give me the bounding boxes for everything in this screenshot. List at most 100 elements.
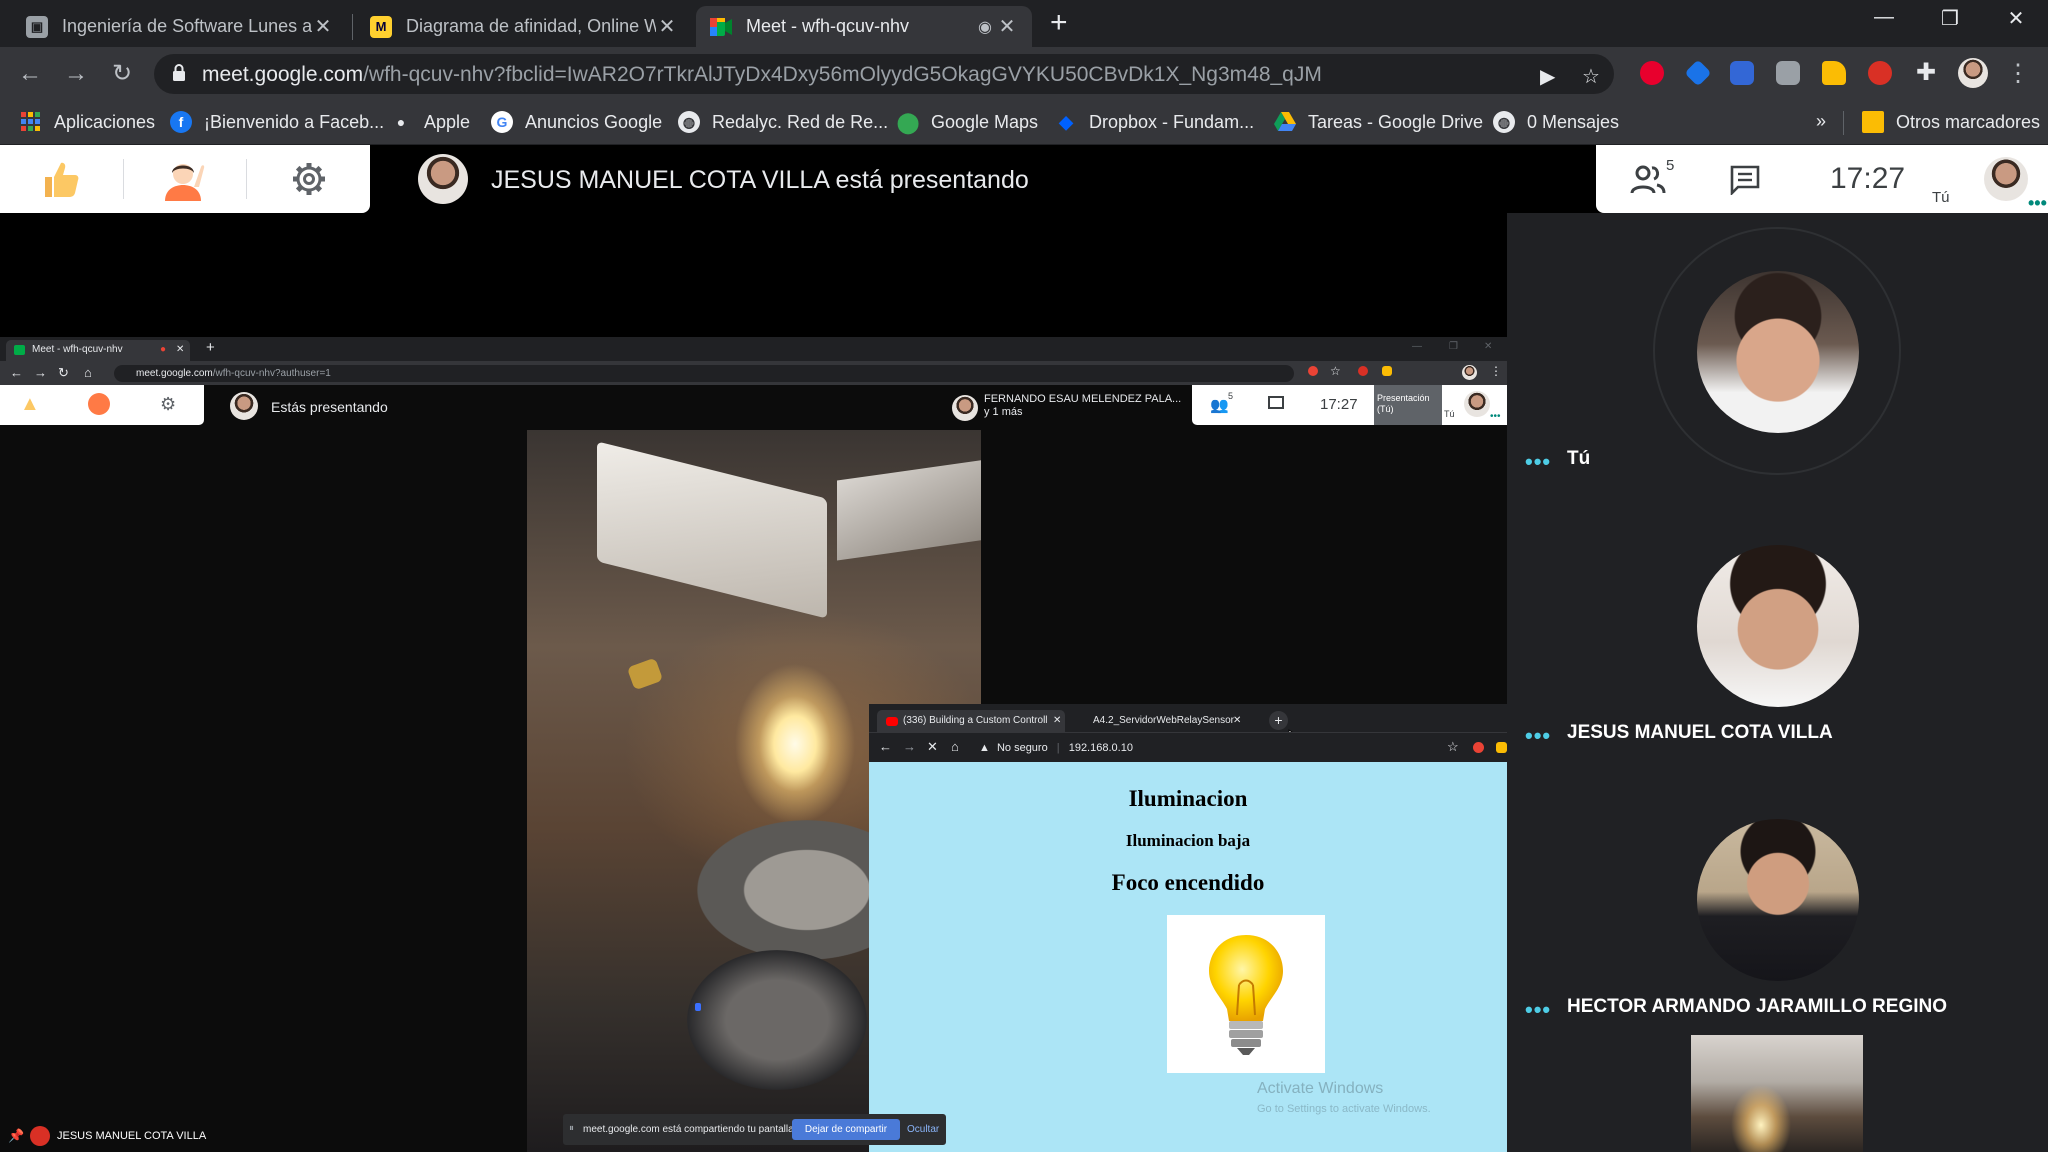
bulb-state: Foco encendido: [1111, 870, 1265, 895]
screen: ▣ Ingeniería de Software Lunes a Vi ✕ M …: [0, 0, 2048, 1152]
participant-avatar-jesus[interactable]: [1697, 545, 1859, 707]
close-tab-icon[interactable]: ✕: [996, 14, 1018, 39]
participant-name: HECTOR ARMANDO JARAMILLO REGINO: [1567, 996, 1947, 1017]
raise-hand-icon[interactable]: [161, 157, 205, 201]
menu-kebab-icon[interactable]: ⋮: [2002, 58, 2034, 90]
bookmark-anuncios-google[interactable]: G Anuncios Google: [491, 111, 662, 133]
browser-tab-miro[interactable]: M Diagrama de afinidad, Online Wh ✕: [356, 6, 692, 47]
self-avatar: [1464, 391, 1490, 417]
forward-icon[interactable]: →: [60, 58, 92, 90]
participant-options-icon[interactable]: •••: [1525, 997, 1551, 1023]
minimize-icon[interactable]: —: [1854, 6, 1914, 29]
browser-tab-meet[interactable]: Meet - wfh-qcuv-nhv ◉ ✕: [696, 6, 1032, 47]
url-text: meet.google.com/wfh-qcuv-nhv?fbclid=IwAR…: [202, 63, 1322, 86]
bookmark-redalyc[interactable]: ◍ Redalyc. Red de Re...: [678, 111, 888, 133]
people-icon: 👥: [1210, 397, 1229, 414]
bookmark-facebook[interactable]: f ¡Bienvenido a Faceb...: [170, 111, 384, 133]
extension-icon: [1308, 366, 1318, 376]
bookmarks-bar: Aplicaciones f ¡Bienvenido a Faceb... ● …: [0, 101, 2048, 145]
chat-icon: [1730, 165, 1760, 197]
participant-options-icon[interactable]: •••: [1525, 449, 1551, 475]
bookmark-label: ¡Bienvenido a Faceb...: [204, 111, 385, 132]
close-window-icon[interactable]: ✕: [1986, 6, 2046, 31]
bookmark-label: Google Maps: [931, 111, 1039, 132]
extension-icon: [1358, 366, 1368, 376]
shared-meet-right-controls: 👥 5 17:27 Presentación (Tú) Tú •••: [1192, 385, 1507, 425]
thumbs-up-extension-icon[interactable]: [1822, 61, 1846, 85]
drive-icon: [1274, 111, 1296, 133]
other-presenter-name: FERNANDO ESAU MELENDEZ PALA...: [984, 393, 1182, 405]
chat-icon: [1268, 396, 1284, 409]
shared-tab-strip: Meet - wfh-qcuv-nhv ● ✕ + — ❐ ✕: [0, 337, 1507, 361]
extension-icon[interactable]: [1776, 61, 1800, 85]
back-icon[interactable]: ←: [14, 58, 46, 90]
bookmark-aplicaciones[interactable]: Aplicaciones: [20, 111, 155, 133]
close-tab-icon[interactable]: ✕: [656, 14, 678, 39]
more-options-icon[interactable]: •••: [2028, 193, 2047, 214]
star-icon[interactable]: ☆: [1582, 64, 1600, 89]
restore-icon: ❐: [1449, 341, 1458, 352]
nested-tab-strip: (336) Building a Custom Controll ✕ A4.2_…: [869, 704, 1507, 743]
adblock-extension-icon[interactable]: [1640, 61, 1664, 85]
bookmark-mensajes[interactable]: ◍ 0 Mensajes: [1493, 111, 1619, 133]
participant-options-icon[interactable]: •••: [1525, 723, 1551, 749]
tab-title: Ingeniería de Software Lunes a Vi: [62, 16, 312, 36]
meet-left-controls: [0, 145, 370, 213]
self-label: Tú: [1932, 189, 1950, 206]
extension-icon[interactable]: [1684, 59, 1712, 87]
chat-button[interactable]: [1730, 165, 1760, 200]
close-tab-icon: ✕: [1053, 715, 1062, 726]
shared-address-bar: meet.google.com/wfh-qcuv-nhv?authuser=1: [114, 365, 1294, 382]
participant-avatar-hector[interactable]: [1697, 819, 1859, 981]
bookmark-otros-marcadores[interactable]: Otros marcadores: [1862, 111, 2040, 133]
meet-right-controls: 5 17:27 Tú •••: [1596, 145, 2048, 213]
new-tab-button[interactable]: +: [1050, 8, 1068, 38]
participant-video-thumbnail[interactable]: [1691, 1035, 1863, 1152]
settings-gear-icon: ⚙: [160, 394, 177, 414]
reload-icon: ↻: [58, 365, 69, 380]
close-tab-icon[interactable]: ✕: [312, 14, 334, 39]
bookmark-dropbox[interactable]: ◆ Dropbox - Fundam...: [1055, 111, 1254, 133]
bookmark-label: Otros marcadores: [1896, 111, 2041, 132]
tab-strip: ▣ Ingeniería de Software Lunes a Vi ✕ M …: [0, 0, 2048, 47]
presenter-title: JESUS MANUEL COTA VILLA está presentando: [491, 166, 1029, 194]
raise-hand-icon: [88, 393, 110, 415]
self-avatar[interactable]: [1984, 157, 2028, 201]
home-icon: ⌂: [951, 739, 959, 754]
warning-icon: ▲: [979, 742, 990, 754]
puzzle-icon[interactable]: ✚: [1914, 61, 1938, 85]
muted-mic-icon: [30, 1126, 50, 1146]
presentation-tile: Presentación (Tú): [1374, 385, 1442, 425]
thumbs-up-icon: ▲: [20, 393, 40, 415]
restore-icon[interactable]: ❐: [1920, 6, 1980, 31]
dropbox-icon: ◆: [1059, 111, 1073, 132]
youtube-icon: [886, 717, 898, 726]
shared-meet-left-controls: ▲ ⚙: [0, 385, 204, 425]
profile-avatar[interactable]: [1958, 58, 1988, 88]
participant-avatar-you[interactable]: [1697, 271, 1859, 433]
bookmark-google-maps[interactable]: ⬤ Google Maps: [897, 111, 1039, 134]
globe-icon: ◍: [1493, 111, 1515, 133]
bookmark-google-drive[interactable]: Tareas - Google Drive: [1274, 111, 1483, 133]
extension-icon[interactable]: [1868, 61, 1892, 85]
video-led: [695, 1003, 701, 1011]
settings-gear-icon[interactable]: [287, 157, 331, 201]
camera-icon[interactable]: ▶: [1540, 64, 1555, 89]
close-tab-icon: ✕: [1233, 715, 1242, 726]
reload-icon[interactable]: ↻: [106, 58, 138, 90]
nested-tab-title: (336) Building a Custom Controll: [903, 715, 1048, 726]
self-label: Tú: [1444, 409, 1455, 419]
extension-icon[interactable]: [1730, 61, 1754, 85]
address-bar[interactable]: meet.google.com/wfh-qcuv-nhv?fbclid=IwAR…: [154, 54, 1614, 94]
thumbs-up-icon[interactable]: [39, 157, 83, 201]
presenter-avatar: [230, 392, 258, 420]
bookmarks-overflow-button[interactable]: »: [1816, 111, 1826, 132]
browser-tab-software[interactable]: ▣ Ingeniería de Software Lunes a Vi ✕: [12, 6, 348, 47]
close-window-icon: ✕: [1484, 341, 1493, 352]
more-options-icon: •••: [1490, 411, 1501, 422]
other-presenter: FERNANDO ESAU MELENDEZ PALA... y 1 más: [984, 393, 1181, 419]
bookmark-apple[interactable]: ● Apple: [390, 111, 470, 133]
tab-separator: [352, 14, 353, 40]
facebook-icon: f: [170, 111, 192, 133]
participants-button[interactable]: 5: [1630, 157, 1674, 200]
